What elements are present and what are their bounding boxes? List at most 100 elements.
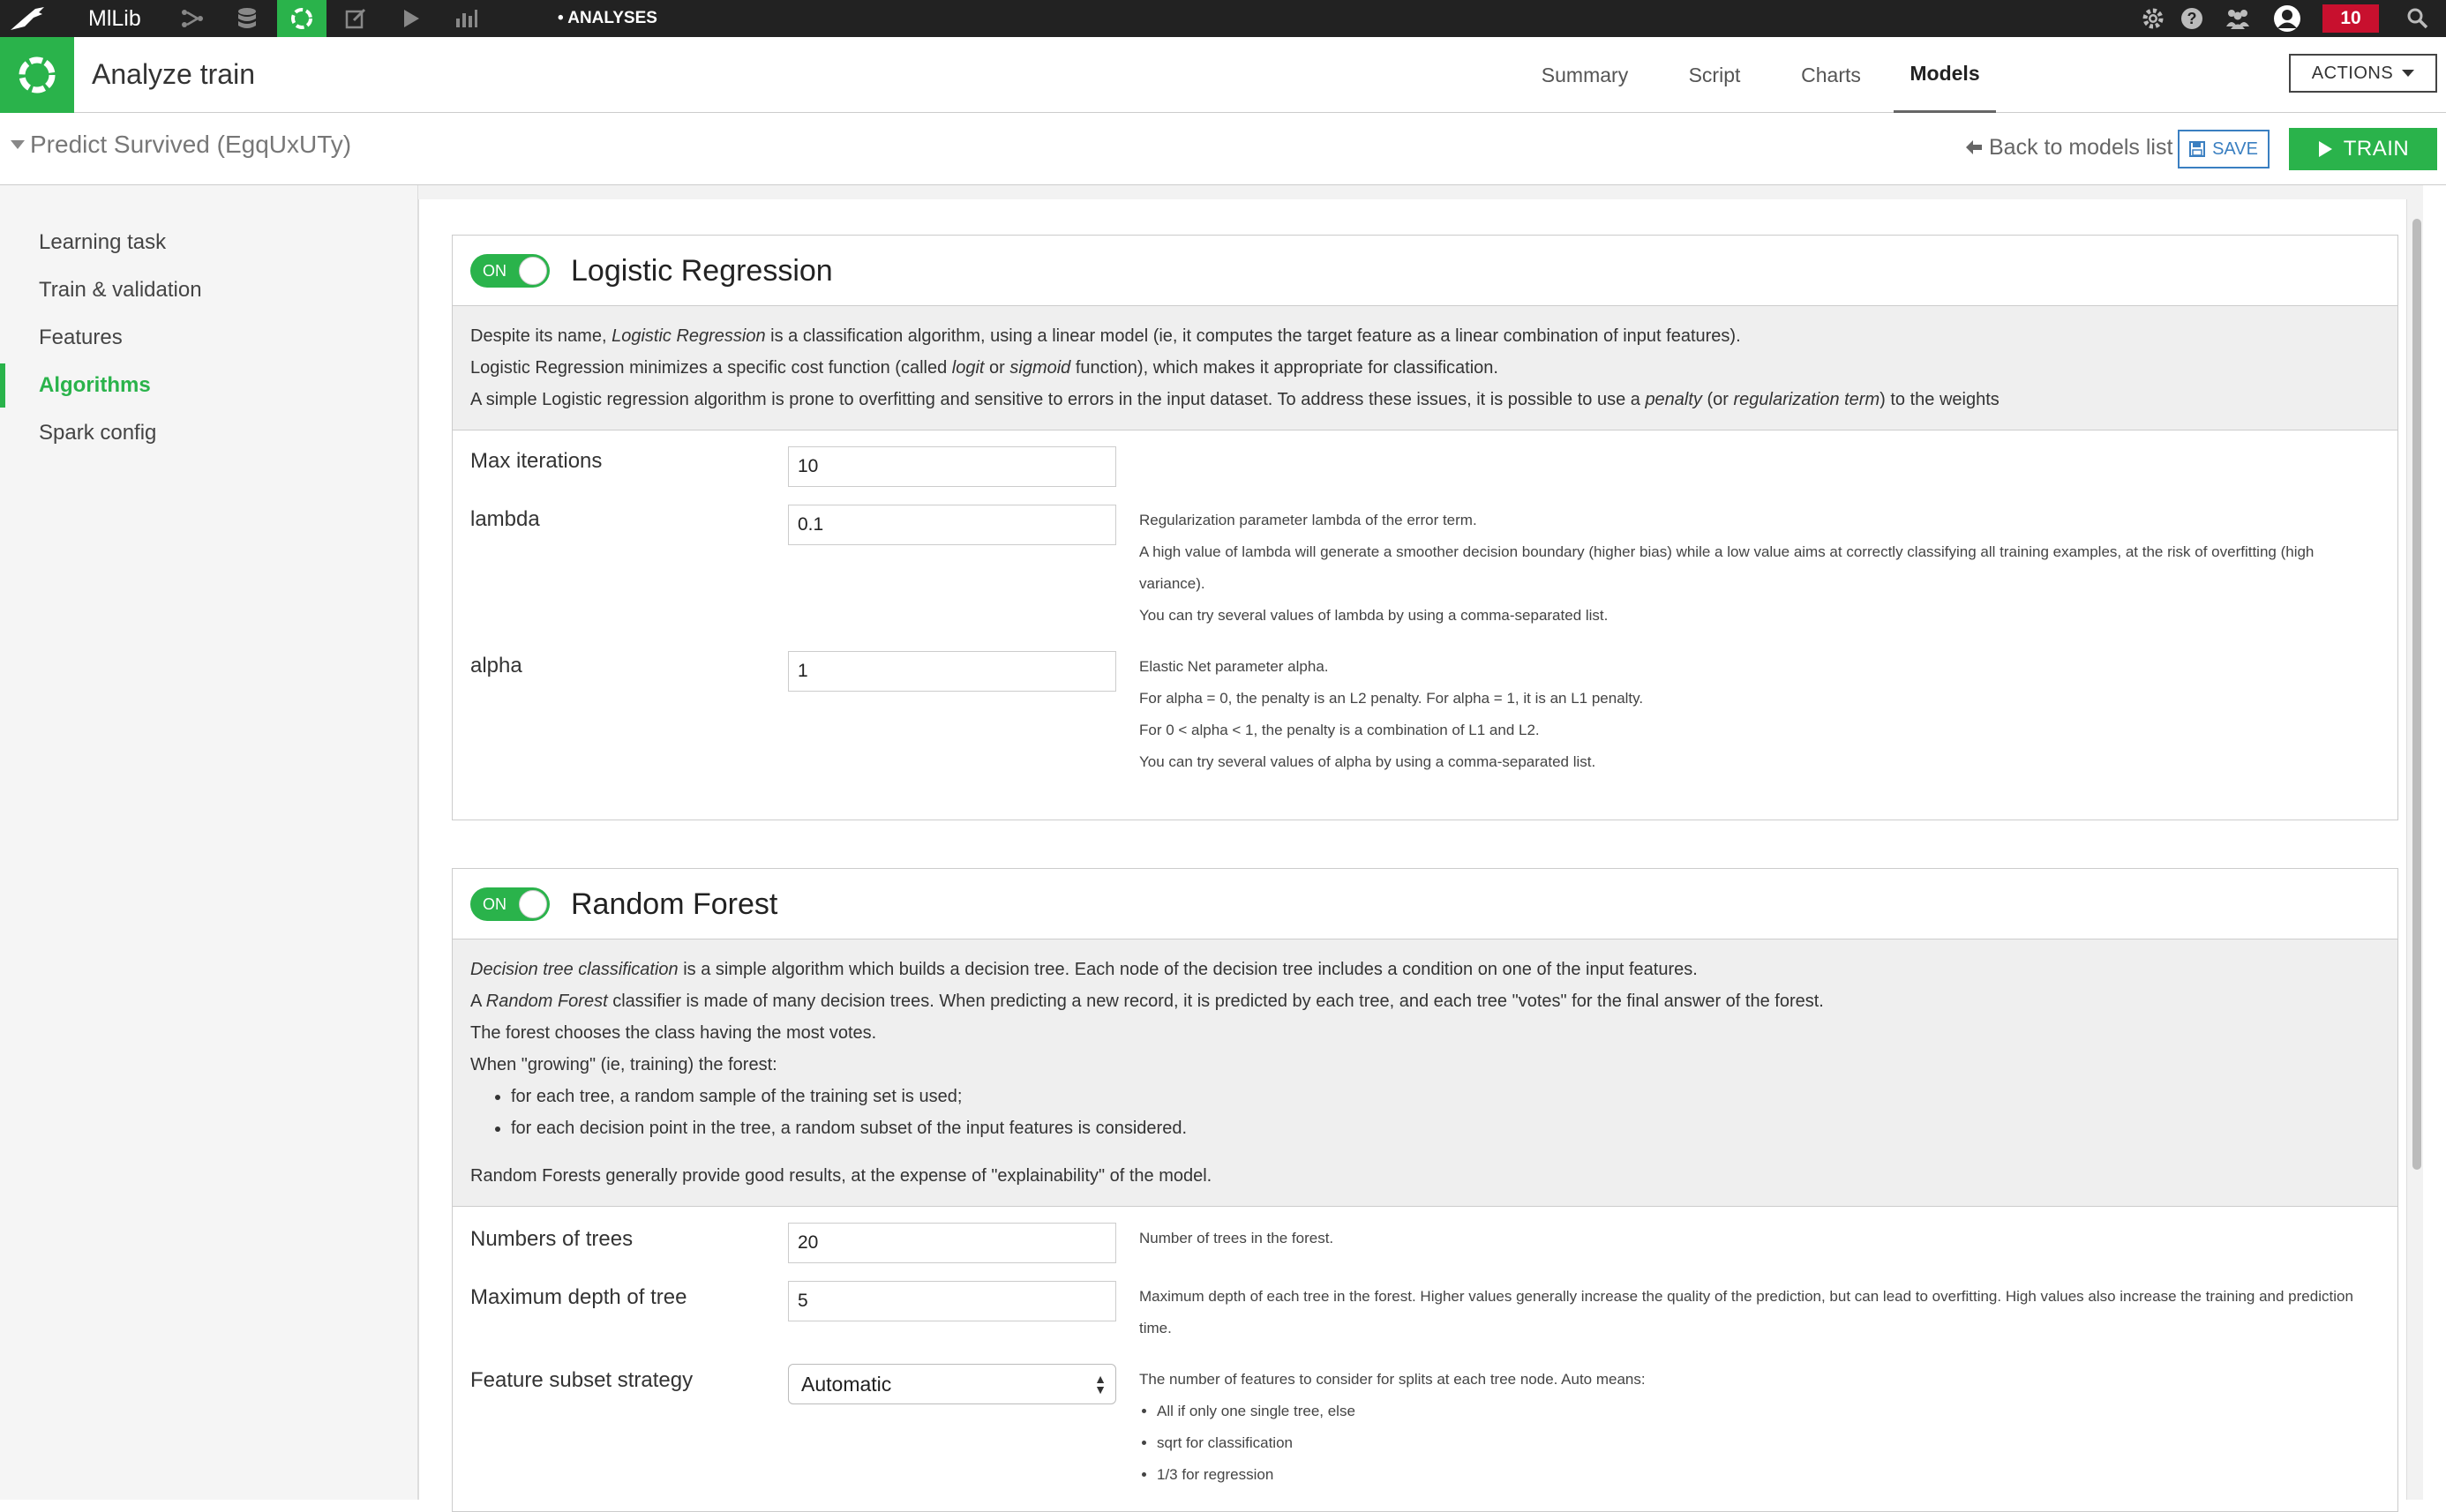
flow-icon[interactable] xyxy=(168,0,217,37)
feature-subset-strategy-select[interactable]: Automatic ▲ ▼ xyxy=(788,1364,1116,1404)
sidebar-item-features[interactable]: Features xyxy=(39,325,123,351)
description-line: A Random Forest classifier is made of ma… xyxy=(470,985,2380,1017)
train-button[interactable]: TRAIN xyxy=(2289,128,2437,170)
text-segment: When "growing" (ie, training) the forest… xyxy=(470,1055,777,1074)
datasets-icon[interactable] xyxy=(222,0,272,37)
toggle-label: ON xyxy=(483,895,506,913)
alpha-input[interactable]: 1 xyxy=(788,651,1116,692)
emphasis-text: sigmoid xyxy=(1009,358,1071,378)
list-item: All if only one single tree, else xyxy=(1157,1396,2375,1427)
back-to-models-link[interactable]: Back to models list xyxy=(1964,132,2172,162)
help-line: For 0 < alpha < 1, the penalty is a comb… xyxy=(1139,722,1540,738)
breadcrumb-analyses[interactable]: • ANALYSES xyxy=(558,9,657,28)
depth-help: Maximum depth of each tree in the forest… xyxy=(1139,1288,2353,1336)
analysis-title: Analyze train xyxy=(92,58,255,90)
lambda-help: Regularization parameter lambda of the e… xyxy=(1139,505,2375,632)
emphasis-text: logit xyxy=(951,358,985,378)
save-button[interactable]: SAVE xyxy=(2178,130,2270,168)
param-label: lambda xyxy=(470,507,540,531)
help-line: You can try several values of alpha by u… xyxy=(1139,753,1596,770)
help-icon[interactable]: ? xyxy=(2172,0,2211,37)
notebooks-icon[interactable] xyxy=(332,0,381,37)
param-label: Numbers of trees xyxy=(470,1227,634,1251)
sidebar-item-spark-config[interactable]: Spark config xyxy=(39,420,156,446)
bird-logo-icon[interactable] xyxy=(9,5,48,32)
tab-summary[interactable]: Summary xyxy=(1525,37,1645,113)
max-iterations-input[interactable]: 10 xyxy=(788,446,1116,487)
model-title: Predict Survived (EgqUxUTy) xyxy=(30,131,352,158)
toggle-label: ON xyxy=(483,262,506,280)
help-line: Regularization parameter lambda of the e… xyxy=(1139,512,1477,528)
users-icon[interactable] xyxy=(2218,0,2257,37)
text-segment: is a classification algorithm, using a l… xyxy=(765,326,1741,346)
lambda-input[interactable]: 0.1 xyxy=(788,505,1116,545)
select-arrows-icon: ▲ ▼ xyxy=(1094,1372,1107,1396)
card-header: ON Logistic Regression xyxy=(453,236,2397,306)
description-line: Logistic Regression minimizes a specific… xyxy=(470,352,2380,384)
actions-dropdown-button[interactable]: ACTIONS xyxy=(2289,54,2437,93)
caret-down-icon xyxy=(11,140,25,149)
vertical-scrollbar[interactable] xyxy=(2412,219,2421,1170)
text-segment: classifier is made of many decision tree… xyxy=(607,992,1824,1011)
help-line: The number of features to consider for s… xyxy=(1139,1371,1646,1388)
text-segment: is a simple algorithm which builds a dec… xyxy=(678,960,1698,979)
logistic-regression-toggle[interactable]: ON xyxy=(470,254,550,288)
description-line: Decision tree classification is a simple… xyxy=(470,954,2380,985)
algorithm-title: Logistic Regression xyxy=(571,254,833,288)
arrow-left-icon xyxy=(1966,140,1982,154)
dashboards-chart-icon[interactable] xyxy=(441,0,491,37)
text-segment: A simple Logistic regression algorithm i… xyxy=(470,390,1646,409)
notification-count-badge[interactable]: 10 xyxy=(2322,4,2379,33)
algorithm-description: Decision tree classification is a simple… xyxy=(453,939,2397,1207)
help-line: A high value of lambda will generate a s… xyxy=(1139,543,2315,592)
play-icon xyxy=(2318,141,2332,157)
random-forest-toggle[interactable]: ON xyxy=(470,887,550,921)
param-label: Maximum depth of tree xyxy=(470,1285,687,1309)
tab-charts[interactable]: Charts xyxy=(1774,37,1888,113)
caret-down-icon xyxy=(2402,70,2415,77)
tab-models[interactable]: Models xyxy=(1894,37,1996,113)
save-label: SAVE xyxy=(2212,138,2258,159)
project-name[interactable]: MlLib xyxy=(88,4,141,33)
list-item: 1/3 for regression xyxy=(1157,1459,2375,1491)
number-of-trees-input[interactable]: 20 xyxy=(788,1223,1116,1263)
sidebar-item-train-validation[interactable]: Train & validation xyxy=(39,277,202,303)
model-title-dropdown[interactable]: Predict Survived (EgqUxUTy) xyxy=(11,129,351,161)
logistic-regression-card: ON Logistic Regression Despite its name,… xyxy=(452,235,2398,820)
help-line: You can try several values of lambda by … xyxy=(1139,607,1609,624)
text-segment: Despite its name, xyxy=(470,326,612,346)
model-subbar: Predict Survived (EgqUxUTy) Back to mode… xyxy=(0,113,2446,185)
params-section: Numbers of trees 20 Number of trees in t… xyxy=(453,1207,2397,1489)
tab-script[interactable]: Script xyxy=(1657,37,1772,113)
emphasis-text: regularization term xyxy=(1733,390,1880,409)
help-line: Elastic Net parameter alpha. xyxy=(1139,658,1329,675)
description-line: A simple Logistic regression algorithm i… xyxy=(470,384,2380,415)
settings-sidebar: Learning task Train & validation Feature… xyxy=(0,185,418,1500)
toggle-knob xyxy=(519,890,547,918)
text-segment: (or xyxy=(1701,390,1734,409)
sidebar-item-algorithms[interactable]: Algorithms xyxy=(39,372,151,399)
param-label: Max iterations xyxy=(470,449,603,473)
emphasis-text: Logistic Regression xyxy=(612,326,766,346)
param-label: alpha xyxy=(470,654,522,677)
description-line: The forest chooses the class having the … xyxy=(470,1017,2380,1049)
help-bullets: All if only one single tree, else sqrt f… xyxy=(1157,1396,2375,1491)
description-line: Despite its name, Logistic Regression is… xyxy=(470,320,2380,352)
back-label: Back to models list xyxy=(1989,135,2173,160)
active-indicator xyxy=(0,363,5,408)
gear-icon[interactable] xyxy=(2134,0,2172,37)
sidebar-item-learning-task[interactable]: Learning task xyxy=(39,229,166,256)
avatar[interactable] xyxy=(2268,0,2307,37)
card-header: ON Random Forest xyxy=(453,869,2397,939)
help-line: For alpha = 0, the penalty is an L2 pena… xyxy=(1139,690,1644,707)
max-depth-input[interactable]: 5 xyxy=(788,1281,1116,1321)
jobs-play-icon[interactable] xyxy=(386,0,436,37)
search-icon[interactable] xyxy=(2398,0,2437,37)
analyses-icon[interactable] xyxy=(277,0,326,37)
svg-text:?: ? xyxy=(2187,10,2197,27)
emphasis-text: Decision tree classification xyxy=(470,960,679,979)
params-section: Max iterations 10 lambda 0.1 Regularizat… xyxy=(453,430,2397,815)
text-segment: The forest chooses the class having the … xyxy=(470,1023,877,1043)
alpha-help: Elastic Net parameter alpha. For alpha =… xyxy=(1139,651,2375,778)
list-item: sqrt for classification xyxy=(1157,1427,2375,1459)
